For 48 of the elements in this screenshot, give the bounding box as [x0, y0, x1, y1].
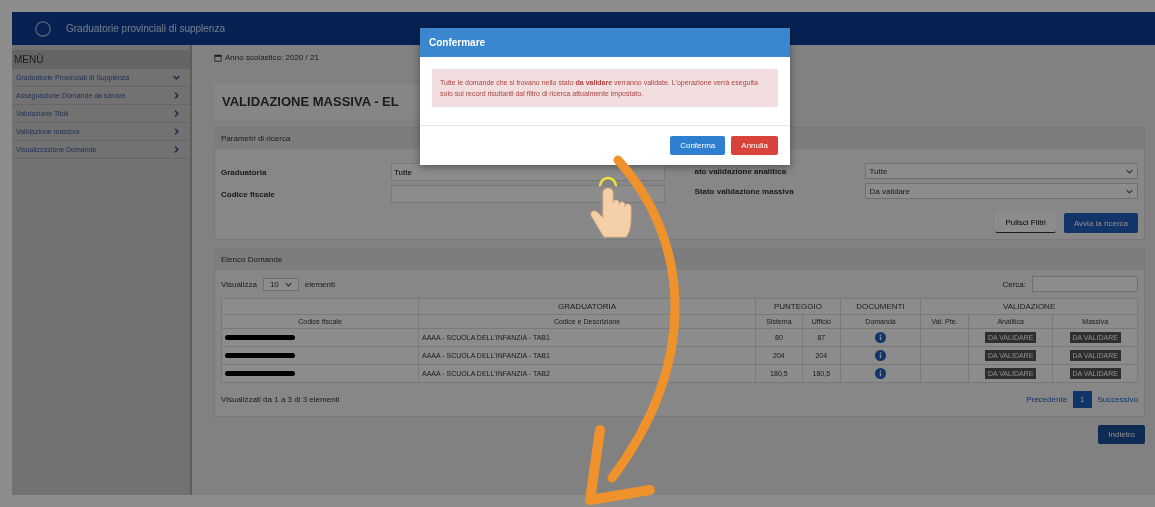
confirm-button[interactable]: Conferma [670, 136, 726, 155]
next-link[interactable]: Successivo [1097, 395, 1138, 404]
redaction-bar [225, 371, 295, 376]
cancel-button[interactable]: Annulla [731, 136, 778, 155]
caret-icon [1126, 188, 1133, 194]
school-year: Anno scolastico: 2020 / 21 [225, 53, 319, 62]
group-header: PUNTEGGIO [773, 302, 822, 311]
redaction-bar [225, 353, 295, 358]
calendar-icon [214, 53, 222, 62]
field-label: Stato validazione massiva [694, 186, 795, 196]
panel-heading: Elenco Domande [215, 249, 1144, 270]
group-header: DOCUMENTI [856, 302, 905, 311]
app-title: Graduatorie provinciali di supplenza [66, 23, 225, 34]
show-label: Visualizza [221, 279, 257, 289]
hand-pointer-icon [590, 176, 632, 238]
field-label: ato validazione analitica [694, 166, 788, 176]
dialog-title: Confermare [420, 28, 790, 57]
page-button[interactable]: 1 [1073, 391, 1092, 408]
page-size-select[interactable]: 10 [262, 277, 299, 291]
page-title: VALIDAZIONE MASSIVA - EL [214, 84, 420, 119]
previous-link[interactable]: Precedente [1026, 395, 1068, 404]
field-label: Graduatoria [221, 167, 268, 177]
chevron-right-icon [173, 146, 180, 153]
input-field[interactable] [391, 185, 665, 203]
menu-heading: MENÙ [12, 50, 190, 69]
search-label: Cerca: [1002, 279, 1026, 289]
document-icon[interactable] [875, 332, 886, 343]
search-field[interactable] [1032, 276, 1138, 292]
document-icon[interactable] [875, 350, 886, 361]
group-header: GRADUATORIA [558, 302, 616, 311]
document-icon[interactable] [875, 368, 886, 379]
chevron-right-icon [173, 110, 180, 117]
search-button[interactable]: Avvia la ricerca [1063, 213, 1138, 233]
chevron-down-icon [173, 74, 180, 81]
caret-icon [284, 281, 292, 287]
clear-filters-button[interactable]: Pulisci Filtri [995, 213, 1056, 233]
field-label: Codice fiscale [221, 189, 276, 199]
select-field[interactable]: Da validare [864, 183, 1138, 199]
show-suffix: elementi [304, 279, 336, 289]
select-field[interactable]: Tutte [864, 163, 1138, 179]
redaction-bar [225, 335, 295, 340]
emblem-icon [34, 19, 52, 38]
back-button[interactable]: Indietro [1098, 425, 1145, 444]
chevron-right-icon [173, 128, 180, 135]
group-header: VALIDAZIONE [1002, 302, 1056, 311]
table-info: Visualizzati da 1 a 3 di 3 elementi [221, 395, 340, 404]
chevron-right-icon [173, 92, 180, 99]
caret-icon [1126, 168, 1133, 174]
